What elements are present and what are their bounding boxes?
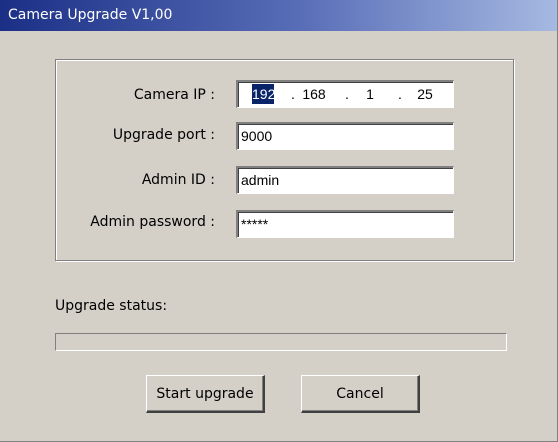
ip-separator-1: . bbox=[291, 86, 295, 102]
camera-ip-input[interactable]: 192 . 168 . 1 . 25 bbox=[236, 80, 454, 108]
admin-id-input[interactable]: admin bbox=[236, 166, 454, 194]
admin-password-input[interactable]: ***** bbox=[236, 210, 454, 238]
admin-id-label: Admin ID : bbox=[141, 172, 215, 188]
ip-octet-3[interactable]: 1 bbox=[363, 84, 377, 104]
ip-octet-2[interactable]: 168 bbox=[300, 84, 328, 104]
camera-upgrade-window: Camera Upgrade V1,00 Camera IP : 192 . 1… bbox=[0, 0, 558, 442]
ip-separator-3: . bbox=[398, 86, 402, 102]
window-title: Camera Upgrade V1,00 bbox=[8, 7, 173, 23]
admin-password-label: Admin password : bbox=[90, 214, 215, 230]
start-upgrade-button[interactable]: Start upgrade bbox=[146, 375, 265, 413]
camera-ip-label: Camera IP : bbox=[133, 87, 215, 103]
cancel-button[interactable]: Cancel bbox=[301, 375, 420, 413]
ip-separator-2: . bbox=[345, 86, 349, 102]
title-bar[interactable]: Camera Upgrade V1,00 bbox=[0, 0, 557, 31]
ip-octet-1[interactable]: 192 bbox=[252, 84, 275, 104]
upgrade-port-input[interactable]: 9000 bbox=[236, 122, 454, 150]
upgrade-progress-bar bbox=[55, 333, 507, 351]
upgrade-port-label: Upgrade port : bbox=[112, 127, 215, 143]
upgrade-status-label: Upgrade status: bbox=[55, 298, 168, 314]
ip-octet-4[interactable]: 25 bbox=[414, 84, 436, 104]
